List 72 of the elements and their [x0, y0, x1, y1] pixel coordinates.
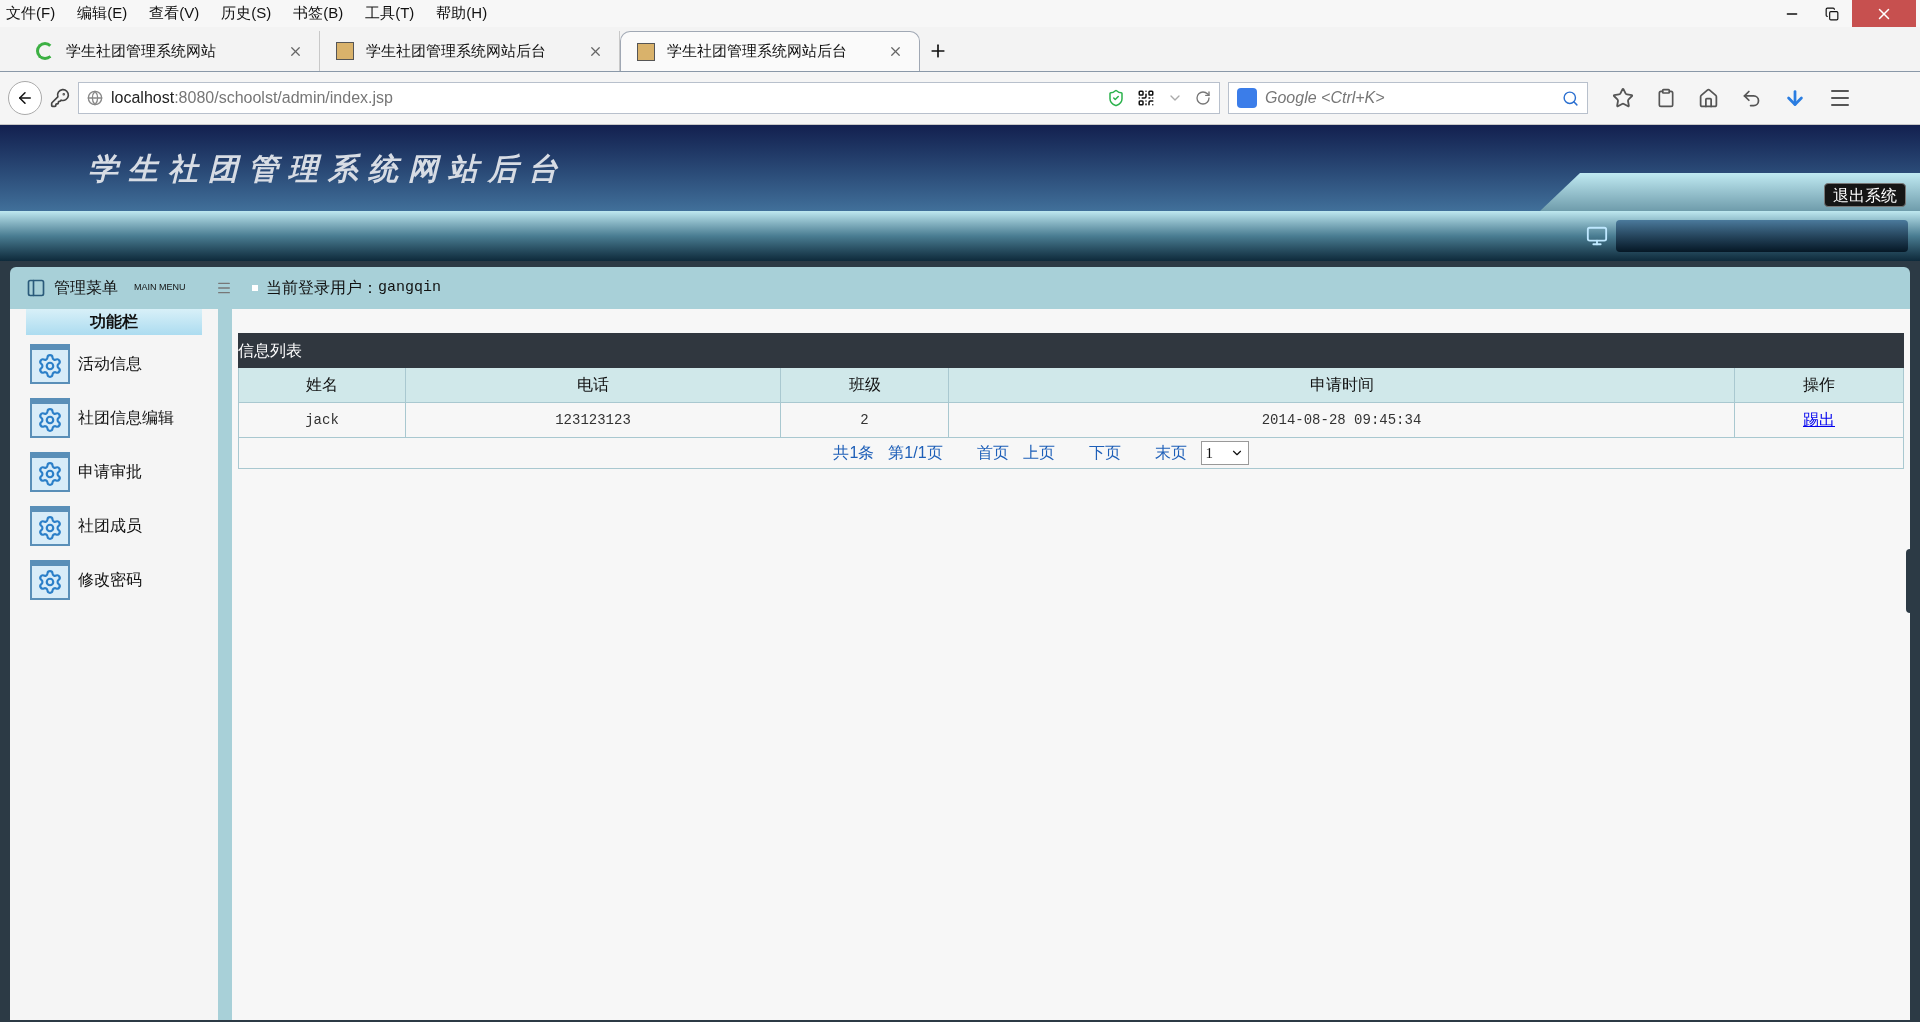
page-favicon — [637, 42, 655, 61]
reload-icon[interactable] — [1195, 90, 1211, 106]
bullet-icon — [252, 285, 258, 291]
page-favicon — [336, 42, 354, 60]
panel-icon — [26, 278, 46, 298]
tab-title: 学生社团管理系统网站 — [66, 40, 216, 61]
record-count: 共1条 — [833, 443, 875, 463]
shield-icon[interactable] — [1107, 89, 1125, 107]
reading-list-icon[interactable] — [1656, 88, 1676, 108]
menu-item[interactable]: 历史(S) — [219, 2, 274, 25]
bookmark-star-icon[interactable] — [1612, 87, 1634, 109]
gear-window-icon — [30, 398, 70, 438]
table-cell: 123123123 — [406, 403, 781, 437]
table-cell: 2014-08-28 09:45:34 — [949, 403, 1735, 437]
exit-button[interactable]: 退出系统 — [1824, 183, 1906, 207]
browser-tab[interactable]: 学生社团管理系统网站后台 — [620, 31, 920, 71]
pagination-link[interactable]: 下页 — [1088, 441, 1121, 465]
search-engine-icon[interactable] — [1237, 88, 1257, 108]
pagination-link[interactable]: 末页 — [1154, 441, 1187, 465]
gear-window-icon — [30, 560, 70, 600]
sidebar-item[interactable]: 修改密码 — [10, 553, 218, 607]
gear-window-icon — [30, 344, 70, 384]
monitor-icon — [1586, 225, 1608, 247]
browser-tab[interactable]: 学生社团管理系统网站后台 — [320, 31, 620, 71]
download-icon[interactable] — [1784, 87, 1806, 109]
column-header: 电话 — [406, 368, 781, 402]
back-button[interactable] — [8, 81, 42, 115]
url-host: localhost — [111, 88, 175, 108]
section-header: 功能栏 — [26, 309, 202, 335]
tab-title: 学生社团管理系统网站后台 — [667, 41, 847, 62]
pagination-link[interactable]: 上页 — [1022, 441, 1055, 465]
table-title: 信息列表 — [238, 333, 1904, 368]
column-header: 班级 — [781, 368, 949, 402]
sidebar-title: 管理菜单 — [54, 278, 118, 298]
close-tab-icon[interactable] — [888, 44, 903, 59]
menu-item[interactable]: 编辑(E) — [75, 2, 130, 25]
pagination-link[interactable]: 首页 — [976, 441, 1009, 465]
address-field[interactable]: localhost:8080/schoolst/admin/index.jsp — [78, 82, 1220, 114]
kick-link[interactable]: 踢出 — [1803, 408, 1835, 432]
gear-window-icon — [30, 506, 70, 546]
menu-item[interactable]: 文件(F) — [4, 2, 58, 25]
search-field[interactable]: Google <Ctrl+K> — [1265, 86, 1554, 110]
user-label: 当前登录用户： — [266, 278, 378, 298]
sidebar-item[interactable]: 社团成员 — [10, 499, 218, 553]
sidebar-item[interactable]: 社团信息编辑 — [10, 391, 218, 445]
sidebar-item[interactable]: 活动信息 — [10, 337, 218, 391]
search-icon[interactable] — [1562, 89, 1579, 107]
gear-window-icon — [30, 452, 70, 492]
tab-title: 学生社团管理系统网站后台 — [366, 40, 546, 61]
browser-tab[interactable]: 学生社团管理系统网站 — [20, 31, 320, 71]
menu-item[interactable]: 帮助(H) — [434, 2, 490, 25]
menu-item[interactable]: 工具(T) — [363, 2, 417, 25]
qr-code-icon[interactable] — [1137, 89, 1155, 107]
menu-item[interactable]: 书签(B) — [291, 2, 346, 25]
key-icon[interactable] — [50, 88, 70, 108]
handle-icon — [216, 280, 232, 296]
search-bar[interactable]: Google <Ctrl+K> — [1228, 82, 1588, 114]
page-indicator: 第1/1页 — [888, 443, 943, 463]
column-header: 申请时间 — [949, 368, 1735, 402]
table-cell: 2 — [781, 403, 949, 437]
page-select[interactable]: 1 — [1200, 441, 1249, 465]
globe-icon — [87, 90, 103, 106]
home-icon[interactable] — [1698, 87, 1719, 109]
user-name: gangqin — [378, 277, 441, 298]
column-header: 操作 — [1802, 375, 1836, 395]
column-header: 姓名 — [239, 368, 406, 402]
sidebar-item[interactable]: 申请审批 — [10, 445, 218, 499]
sidebar-subtitle: MAIN MENU — [134, 281, 186, 295]
menu-item[interactable]: 查看(V) — [147, 2, 202, 25]
table-cell: jack — [239, 403, 406, 437]
site-title: 学生社团管理系统网站后台 — [88, 149, 568, 188]
url-path: :8080/schoolst/admin/index.jsp — [174, 88, 393, 108]
